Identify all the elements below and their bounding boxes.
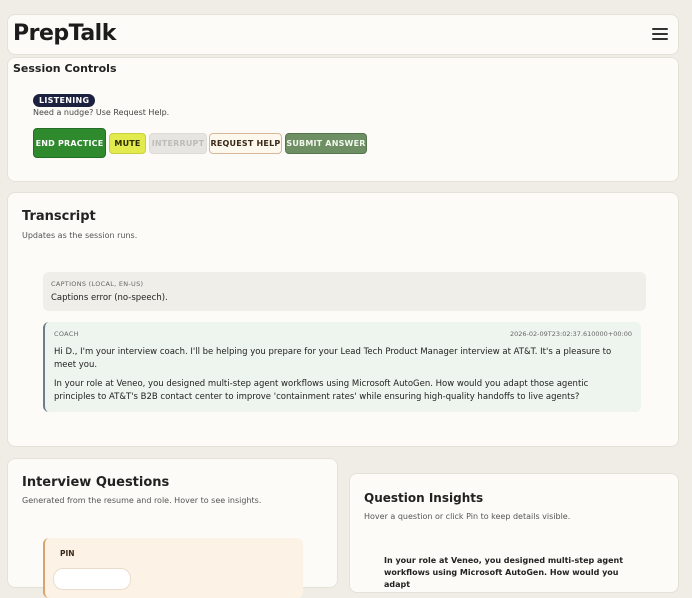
coach-message-paragraph: In your role at Veneo, you designed mult… <box>54 379 589 402</box>
transcript-subtitle: Updates as the session runs. <box>22 231 138 240</box>
request-help-button[interactable]: REQUEST HELP <box>209 133 282 154</box>
hamburger-menu-icon[interactable] <box>652 26 668 42</box>
question-insights-title: Question Insights <box>364 491 484 505</box>
status-badge: LISTENING <box>33 94 96 107</box>
menu-line <box>652 28 668 30</box>
coach-timestamp: 2026-02-09T23:02:37.610000+00:00 <box>510 330 632 338</box>
session-controls-title: Session Controls <box>13 62 117 75</box>
brand-logo-text: PrepTalk <box>13 21 116 46</box>
end-practice-button[interactable]: END PRACTICE <box>33 128 106 158</box>
coach-message-paragraph: Hi D., I'm your interview coach. I'll be… <box>54 347 612 370</box>
transcript-title: Transcript <box>22 209 96 224</box>
question-insights-panel: Question Insights Hover a question or cl… <box>349 473 679 593</box>
coach-message: COACH 2026-02-09T23:02:37.610000+00:00 H… <box>43 322 641 412</box>
captions-label: CAPTIONS (LOCAL, EN-US) <box>51 280 144 288</box>
question-insights-subtitle: Hover a question or click Pin to keep de… <box>364 512 571 521</box>
interview-questions-title: Interview Questions <box>22 475 170 490</box>
interrupt-button[interactable]: INTERRUPT <box>149 133 207 154</box>
session-controls-panel: Session Controls LISTENING Need a nudge?… <box>7 57 679 182</box>
coach-label: COACH <box>54 330 79 338</box>
transcript-panel: Transcript Updates as the session runs. … <box>7 192 679 447</box>
insight-question-text: In your role at Veneo, you designed mult… <box>384 556 624 589</box>
pin-button[interactable]: PIN <box>60 549 75 558</box>
menu-line <box>652 33 668 35</box>
interview-questions-subtitle: Generated from the resume and role. Hove… <box>22 496 262 505</box>
mute-button[interactable]: MUTE <box>109 133 146 154</box>
interview-questions-panel: Interview Questions Generated from the r… <box>7 458 338 598</box>
question-chip[interactable] <box>53 568 131 590</box>
nudge-hint: Need a nudge? Use Request Help. <box>33 108 170 117</box>
captions-box: CAPTIONS (LOCAL, EN-US) Captions error (… <box>43 272 646 311</box>
menu-line <box>652 38 668 40</box>
captions-text: Captions error (no-speech). <box>51 293 168 303</box>
app-header: PrepTalk <box>7 14 679 55</box>
question-item[interactable]: PIN <box>43 538 303 598</box>
submit-answer-button[interactable]: SUBMIT ANSWER <box>285 133 367 154</box>
